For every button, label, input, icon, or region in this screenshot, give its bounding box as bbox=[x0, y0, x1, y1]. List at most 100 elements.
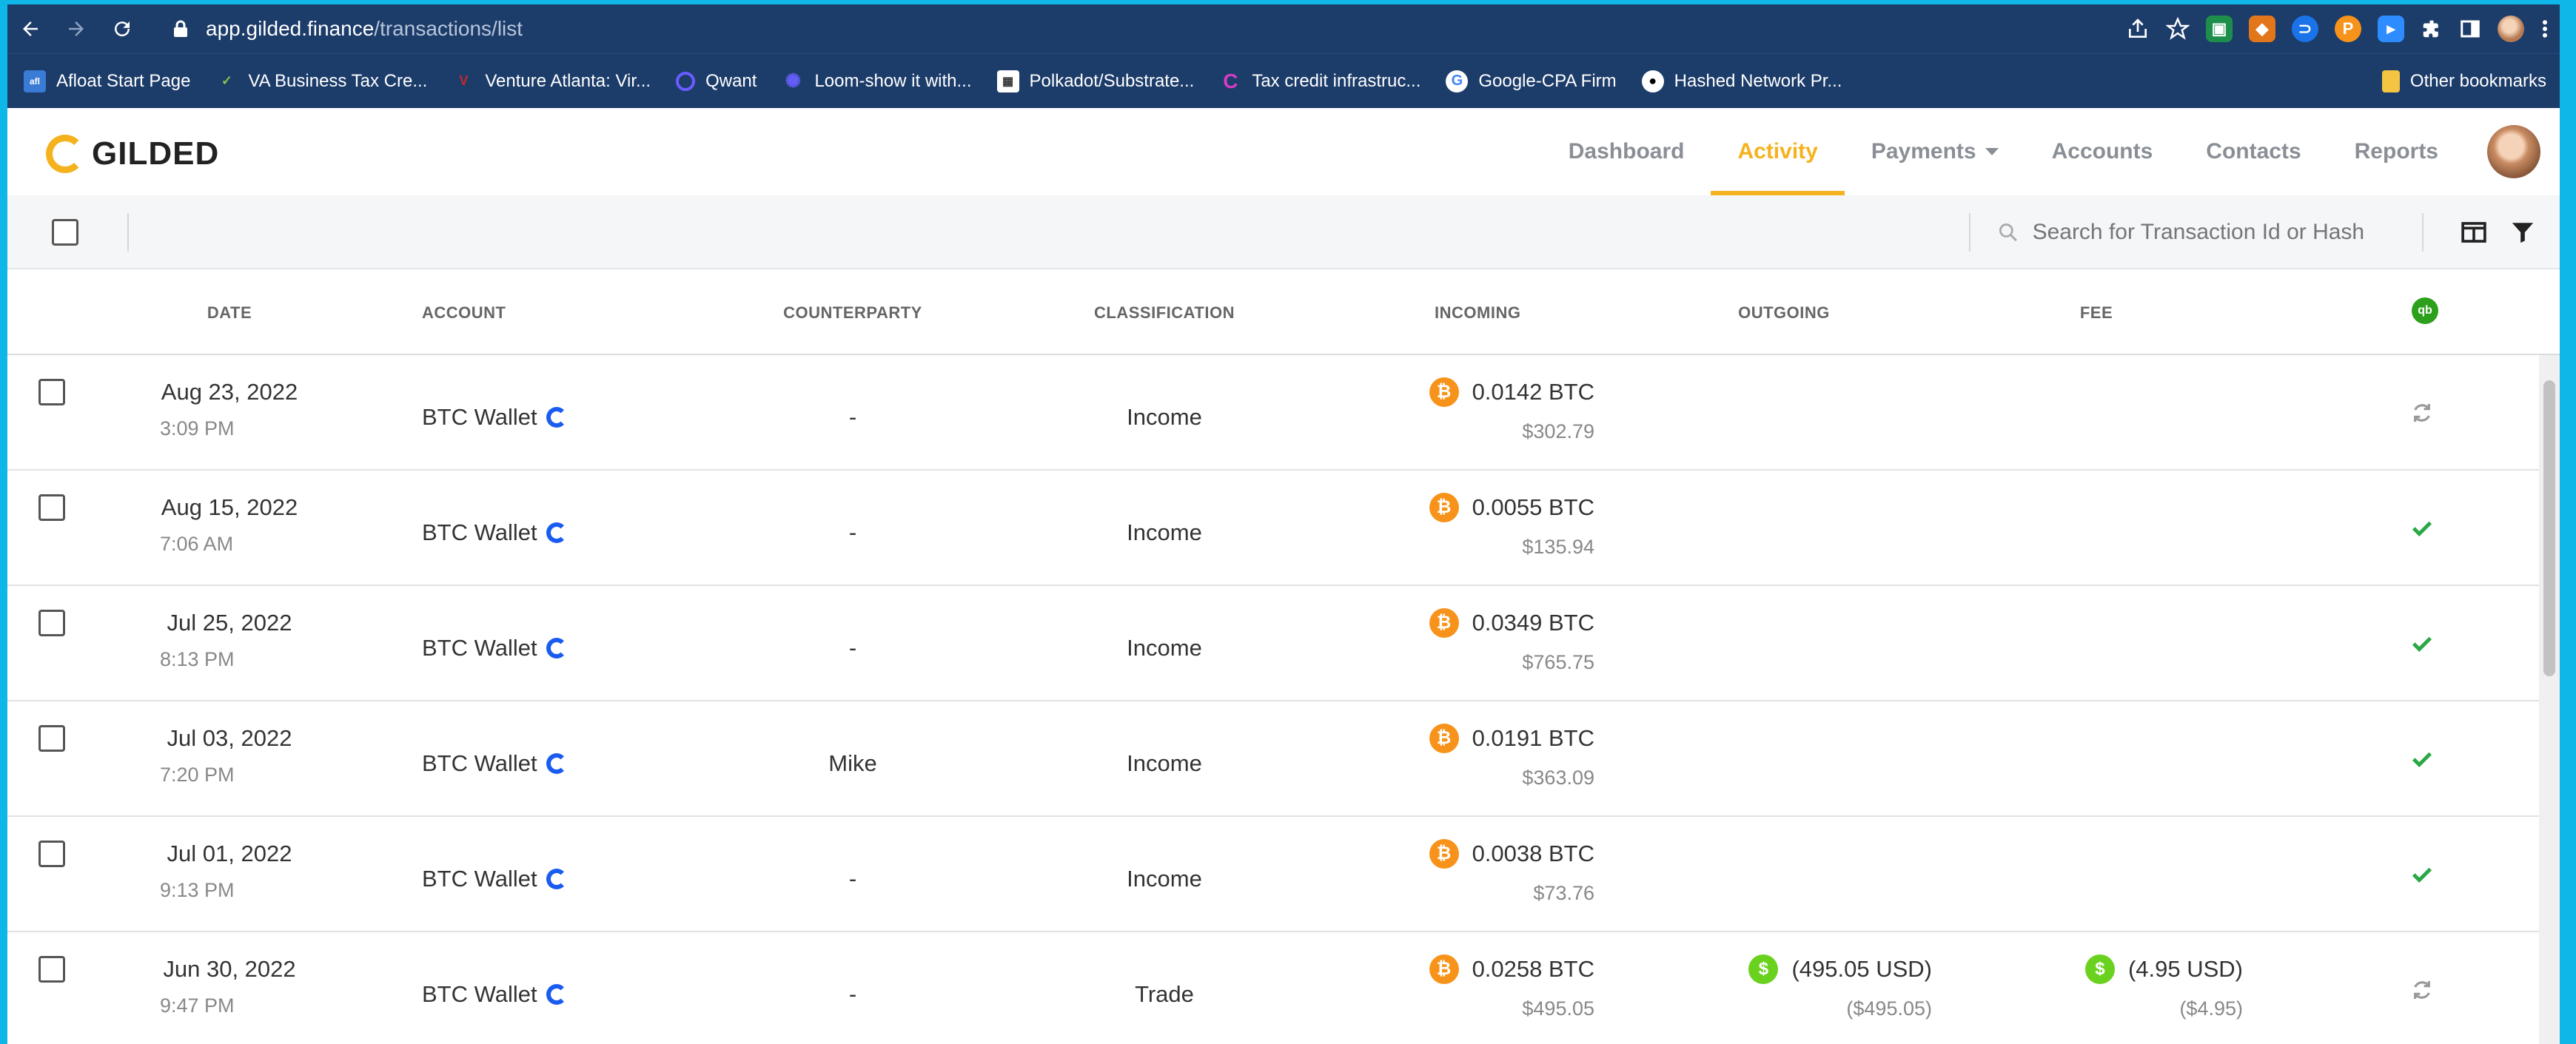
zoom-icon[interactable]: ▸ bbox=[2378, 16, 2404, 42]
row-classification[interactable]: Trade bbox=[1135, 981, 1194, 1008]
columns-button[interactable] bbox=[2459, 218, 2489, 247]
bookmark-item[interactable]: afl Afloat Start Page bbox=[24, 70, 190, 92]
header-fee[interactable]: FEE bbox=[2080, 303, 2113, 323]
row-sync-status[interactable] bbox=[2407, 975, 2437, 1005]
browser-menu-icon[interactable] bbox=[2540, 18, 2549, 40]
gilded-logo[interactable]: GILDED bbox=[46, 135, 219, 173]
row-classification[interactable]: Income bbox=[1127, 750, 1202, 777]
table-row[interactable]: Jul 25, 2022 8:13 PM BTC Wallet - Income ₿ 0.0… bbox=[7, 586, 2539, 701]
row-counterparty: Mike bbox=[828, 750, 877, 776]
share-icon[interactable] bbox=[2126, 17, 2150, 41]
profile-avatar-icon[interactable] bbox=[2498, 16, 2524, 42]
bookmark-item[interactable]: G Google-CPA Firm bbox=[1446, 70, 1617, 92]
bookmark-item[interactable]: Qwant bbox=[676, 71, 757, 92]
row-incoming-usd: $135.94 bbox=[1522, 536, 1594, 558]
other-bookmarks[interactable]: Other bookmarks bbox=[2381, 54, 2546, 109]
nav-dashboard[interactable]: Dashboard bbox=[1542, 108, 1711, 195]
header-date[interactable]: DATE bbox=[207, 303, 252, 323]
nav-contacts[interactable]: Contacts bbox=[2179, 108, 2327, 195]
row-checkbox[interactable] bbox=[38, 494, 65, 521]
row-account[interactable]: BTC Wallet bbox=[422, 866, 567, 892]
row-incoming-usd: $495.05 bbox=[1522, 997, 1594, 1020]
row-sync-status[interactable] bbox=[2407, 513, 2437, 543]
row-account[interactable]: BTC Wallet bbox=[422, 519, 567, 546]
github-icon: ● bbox=[1641, 70, 1664, 92]
other-bookmarks-label: Other bookmarks bbox=[2409, 71, 2546, 91]
bookmark-star-icon[interactable] bbox=[2166, 17, 2190, 41]
row-account[interactable]: BTC Wallet bbox=[422, 750, 567, 777]
fee-amount: (4.95 USD) bbox=[2127, 956, 2243, 982]
main-nav: Dashboard Activity Payments Accounts Con… bbox=[1542, 108, 2560, 195]
side-panel-icon[interactable] bbox=[2459, 18, 2481, 40]
filter-button[interactable] bbox=[2508, 218, 2538, 247]
check-icon bbox=[2412, 521, 2432, 537]
table-row[interactable]: Jul 01, 2022 9:13 PM BTC Wallet - Income ₿ 0.0… bbox=[7, 817, 2539, 932]
url-field[interactable]: app.gilded.finance/transactions/list bbox=[172, 12, 2096, 46]
table-row[interactable]: Aug 23, 2022 3:09 PM BTC Wallet - Income ₿ 0.0… bbox=[7, 355, 2539, 471]
scrollbar-thumb[interactable] bbox=[2543, 380, 2555, 676]
bookmark-item[interactable]: ● Hashed Network Pr... bbox=[1641, 70, 1842, 92]
search-input[interactable] bbox=[2032, 220, 2412, 245]
row-incoming: ₿ 0.0142 BTC bbox=[1429, 377, 1594, 407]
bookmark-item[interactable]: ▦ Polkadot/Substrate... bbox=[996, 70, 1194, 92]
scrollbar[interactable] bbox=[2539, 355, 2560, 1044]
bookmark-item[interactable]: ✓ VA Business Tax Cre... bbox=[215, 70, 427, 92]
row-sync-status[interactable] bbox=[2407, 398, 2437, 428]
select-all-checkbox[interactable] bbox=[52, 219, 78, 246]
ext-blue-icon[interactable]: ⊃ bbox=[2292, 16, 2318, 42]
table-row[interactable]: Aug 15, 2022 7:06 AM BTC Wallet - Income ₿ 0.0… bbox=[7, 471, 2539, 586]
row-checkbox[interactable] bbox=[38, 379, 65, 405]
row-counterparty: - bbox=[848, 981, 857, 1007]
sync-icon bbox=[2414, 404, 2430, 422]
ext-green-icon[interactable]: ▣ bbox=[2206, 16, 2233, 42]
header-outgoing[interactable]: OUTGOING bbox=[1738, 303, 1830, 323]
bitcoin-icon: ₿ bbox=[1429, 493, 1459, 522]
nav-reports[interactable]: Reports bbox=[2328, 108, 2465, 195]
row-incoming: ₿ 0.0191 BTC bbox=[1429, 724, 1594, 753]
row-checkbox[interactable] bbox=[38, 841, 65, 867]
header-classification[interactable]: CLASSIFICATION bbox=[1094, 303, 1235, 323]
forward-button[interactable] bbox=[53, 4, 99, 53]
back-button[interactable] bbox=[7, 4, 53, 53]
row-checkbox[interactable] bbox=[38, 610, 65, 636]
nav-activity[interactable]: Activity bbox=[1711, 108, 1845, 195]
reload-button[interactable] bbox=[99, 4, 145, 53]
row-account[interactable]: BTC Wallet bbox=[422, 981, 567, 1008]
afloat-icon: afl bbox=[24, 70, 46, 92]
nav-contacts-label: Contacts bbox=[2206, 139, 2301, 164]
qwant-icon bbox=[676, 71, 696, 91]
row-account[interactable]: BTC Wallet bbox=[422, 404, 567, 431]
extensions-puzzle-icon[interactable] bbox=[2421, 18, 2443, 40]
nav-accounts[interactable]: Accounts bbox=[2025, 108, 2180, 195]
va-icon: ✓ bbox=[221, 73, 232, 88]
row-date: Jun 30, 2022 bbox=[163, 956, 296, 982]
folder-icon bbox=[2381, 70, 2400, 92]
ext-orange-icon[interactable]: P bbox=[2335, 16, 2361, 42]
row-sync-status[interactable] bbox=[2407, 744, 2437, 774]
row-sync-status[interactable] bbox=[2407, 860, 2437, 889]
row-outgoing-usd: ($495.05) bbox=[1846, 997, 1932, 1020]
bookmark-label: Google-CPA Firm bbox=[1478, 70, 1617, 91]
row-checkbox[interactable] bbox=[38, 956, 65, 983]
nav-payments[interactable]: Payments bbox=[1845, 108, 2025, 195]
row-classification[interactable]: Income bbox=[1127, 519, 1202, 546]
metamask-icon[interactable]: ◆ bbox=[2249, 16, 2275, 42]
user-avatar[interactable] bbox=[2487, 125, 2540, 178]
row-classification[interactable]: Income bbox=[1127, 866, 1202, 892]
lock-icon bbox=[174, 20, 187, 37]
table-row[interactable]: Jul 03, 2022 7:20 PM BTC Wallet Mike Income ₿… bbox=[7, 701, 2539, 817]
toolbar-divider bbox=[1969, 213, 1970, 252]
header-counterparty[interactable]: COUNTERPARTY bbox=[783, 303, 922, 323]
header-incoming[interactable]: INCOMING bbox=[1435, 303, 1520, 323]
bookmark-item[interactable]: C Tax credit infrastruc... bbox=[1219, 70, 1421, 92]
row-checkbox[interactable] bbox=[38, 725, 65, 752]
header-account[interactable]: ACCOUNT bbox=[422, 303, 506, 323]
row-sync-status[interactable] bbox=[2407, 629, 2437, 659]
row-classification[interactable]: Income bbox=[1127, 635, 1202, 661]
table-row[interactable]: Jun 30, 2022 9:47 PM BTC Wallet - Trade ₿ 0.02… bbox=[7, 932, 2539, 1044]
url-text: app.gilded.finance/transactions/list bbox=[206, 17, 523, 41]
bookmark-item[interactable]: ✺ Loom-show it with... bbox=[782, 70, 972, 92]
row-account[interactable]: BTC Wallet bbox=[422, 635, 567, 661]
bookmark-item[interactable]: V Venture Atlanta: Vir... bbox=[452, 70, 651, 92]
row-classification[interactable]: Income bbox=[1127, 404, 1202, 431]
